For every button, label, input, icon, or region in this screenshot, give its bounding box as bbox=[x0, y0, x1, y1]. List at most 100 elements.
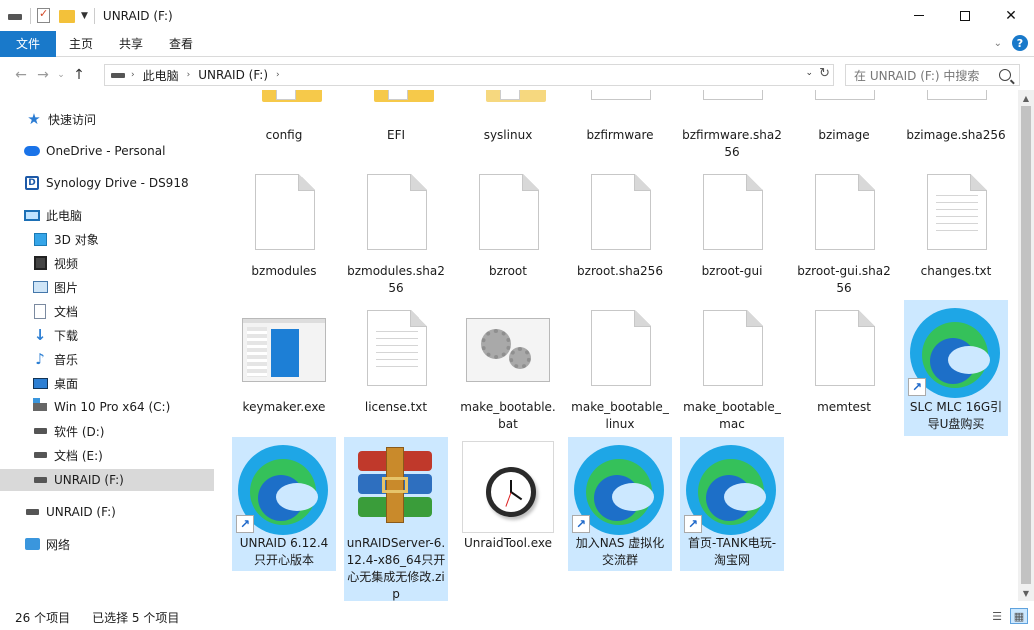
sidebar-item-network[interactable]: 网络 bbox=[0, 533, 214, 555]
sidebar-item-drive-d[interactable]: 软件 (D:) bbox=[0, 420, 214, 442]
file-name: keymaker.exe bbox=[242, 400, 326, 414]
file-item[interactable]: bzroot-gui.sha256 bbox=[792, 168, 896, 298]
shortcut-arrow-icon: ↗ bbox=[684, 515, 702, 533]
file-item[interactable]: bzmodules bbox=[232, 168, 336, 298]
window-title: UNRAID (F:) bbox=[102, 8, 173, 23]
file-item[interactable]: bzroot-gui bbox=[680, 168, 784, 298]
sidebar-item-label: UNRAID (F:) bbox=[54, 473, 124, 487]
up-arrow-icon[interactable]: ↑ bbox=[68, 67, 90, 83]
file-icon bbox=[479, 174, 539, 250]
sidebar-item-videos[interactable]: 视频 bbox=[0, 252, 214, 274]
scroll-up-icon[interactable]: ▲ bbox=[1018, 90, 1034, 106]
file-item[interactable]: syslinux bbox=[456, 90, 560, 158]
sidebar-item-synology[interactable]: D Synology Drive - DS918 bbox=[0, 172, 214, 194]
sidebar-item-drive-c[interactable]: Win 10 Pro x64 (C:) bbox=[0, 396, 214, 418]
sidebar-item-drive-e[interactable]: 文档 (E:) bbox=[0, 444, 214, 466]
file-name: bzimage.sha256 bbox=[906, 128, 1006, 142]
file-item[interactable]: bzroot bbox=[456, 168, 560, 298]
details-view-icon[interactable]: ☰ bbox=[988, 608, 1006, 624]
address-bar[interactable]: › 此电脑 › UNRAID (F:) › ⌄ ↻ bbox=[104, 64, 834, 86]
sidebar-item-pictures[interactable]: 图片 bbox=[0, 276, 214, 298]
file-item[interactable]: config bbox=[232, 90, 336, 158]
scroll-down-icon[interactable]: ▼ bbox=[1018, 585, 1034, 601]
sidebar-item-desktop[interactable]: 桌面 bbox=[0, 372, 214, 394]
sidebar-item-downloads[interactable]: ↓ 下载 bbox=[0, 324, 214, 346]
file-item[interactable]: EFI bbox=[344, 90, 448, 158]
tab-view[interactable]: 查看 bbox=[156, 31, 206, 57]
sidebar-item-drive-f[interactable]: UNRAID (F:) bbox=[0, 501, 214, 523]
search-input[interactable]: 在 UNRAID (F:) 中搜索 bbox=[845, 64, 1020, 86]
sidebar-item-label: 网络 bbox=[46, 537, 71, 552]
sidebar-item-this-pc[interactable]: 此电脑 bbox=[0, 204, 214, 226]
file-item[interactable]: make_bootable_mac bbox=[680, 302, 784, 431]
file-name: changes.txt bbox=[920, 264, 992, 278]
divider bbox=[30, 7, 31, 24]
breadcrumb-this-pc[interactable]: 此电脑 bbox=[143, 67, 179, 84]
tab-share[interactable]: 共享 bbox=[106, 31, 156, 57]
sidebar-item-onedrive[interactable]: OneDrive - Personal bbox=[0, 140, 214, 162]
file-item[interactable]: make_bootable_linux bbox=[568, 302, 672, 431]
chevron-right-icon[interactable]: › bbox=[276, 70, 280, 80]
file-item[interactable]: UnraidTool.exe bbox=[456, 437, 560, 571]
file-icon bbox=[591, 90, 651, 100]
sidebar-item-documents[interactable]: 文档 bbox=[0, 300, 214, 322]
close-button[interactable]: ✕ bbox=[988, 0, 1034, 31]
file-item[interactable]: bzfirmware bbox=[568, 90, 672, 158]
selected-count: 已选择 5 个项目 bbox=[92, 610, 180, 625]
tab-home[interactable]: 主页 bbox=[56, 31, 106, 57]
forward-arrow-icon[interactable]: → bbox=[32, 67, 54, 83]
file-item-selected[interactable]: ↗ SLC MLC 16G引导U盘购买 bbox=[904, 300, 1008, 436]
file-name: bzmodules bbox=[251, 264, 317, 278]
document-icon bbox=[32, 303, 48, 319]
file-item[interactable]: bzroot.sha256 bbox=[568, 168, 672, 298]
customize-toolbar-icon[interactable]: ▼ bbox=[81, 11, 88, 21]
chevron-right-icon[interactable]: › bbox=[131, 70, 135, 80]
expand-ribbon-icon[interactable]: ⌄ bbox=[994, 38, 1002, 49]
maximize-button[interactable] bbox=[942, 0, 988, 31]
file-item[interactable]: make_bootable.bat bbox=[456, 302, 560, 431]
file-item[interactable]: license.txt bbox=[344, 302, 448, 430]
folder-icon bbox=[374, 90, 434, 102]
file-icon bbox=[703, 90, 763, 100]
file-item-selected[interactable]: ↗ 首页-TANK电玩-淘宝网 bbox=[680, 437, 784, 571]
scrollbar-thumb[interactable] bbox=[1021, 106, 1031, 584]
file-item[interactable]: changes.txt bbox=[904, 168, 1008, 298]
file-item-selected[interactable]: ↗ UNRAID 6.12.4只开心版本 bbox=[232, 437, 336, 571]
properties-icon[interactable] bbox=[37, 7, 53, 24]
file-item[interactable]: bzimage bbox=[792, 90, 896, 158]
drive-icon bbox=[105, 72, 131, 78]
sidebar-item-3d-objects[interactable]: 3D 对象 bbox=[0, 228, 214, 250]
file-item[interactable]: bzfirmware.sha256 bbox=[680, 90, 784, 159]
refresh-icon[interactable]: ↻ bbox=[819, 66, 830, 81]
chevron-right-icon[interactable]: › bbox=[187, 70, 191, 80]
breadcrumb-drive[interactable]: UNRAID (F:) bbox=[198, 68, 268, 82]
sidebar-item-drive-f-selected[interactable]: UNRAID (F:) bbox=[0, 469, 214, 491]
new-folder-icon[interactable] bbox=[59, 8, 75, 24]
recent-locations-icon[interactable]: ⌄ bbox=[54, 70, 68, 80]
help-icon[interactable]: ? bbox=[1012, 35, 1028, 51]
shortcut-arrow-icon: ↗ bbox=[572, 515, 590, 533]
file-icon bbox=[815, 90, 875, 100]
tab-file[interactable]: 文件 bbox=[0, 30, 57, 57]
file-item[interactable]: memtest bbox=[792, 302, 896, 430]
minimize-button[interactable] bbox=[896, 0, 942, 31]
item-count: 26 个项目 bbox=[15, 610, 71, 625]
large-icons-view-icon[interactable]: ▦ bbox=[1010, 608, 1028, 624]
sidebar-item-music[interactable]: ♪ 音乐 bbox=[0, 348, 214, 370]
file-item[interactable]: keymaker.exe bbox=[232, 302, 336, 430]
drive-icon bbox=[32, 423, 48, 439]
file-item[interactable]: bzimage.sha256 bbox=[904, 90, 1008, 158]
back-arrow-icon[interactable]: ← bbox=[10, 67, 32, 83]
file-item-selected[interactable]: ↗ 加入NAS 虚拟化交流群 bbox=[568, 437, 672, 571]
file-item-selected[interactable]: unRAIDServer-6.12.4-x86_64只开心无集成无修改.zip bbox=[344, 437, 448, 601]
file-icon bbox=[703, 310, 763, 386]
sidebar-item-label: 视频 bbox=[54, 256, 79, 271]
sidebar-item-label: 音乐 bbox=[54, 352, 79, 367]
vertical-scrollbar[interactable]: ▲ ▼ bbox=[1018, 90, 1034, 601]
sidebar-item-label: 文档 bbox=[54, 304, 79, 319]
chevron-down-icon[interactable]: ⌄ bbox=[805, 68, 813, 78]
sidebar-item-quick-access[interactable]: ★ 快速访问 bbox=[0, 108, 214, 130]
quick-access-toolbar: ▼ bbox=[8, 7, 95, 24]
file-item[interactable]: bzmodules.sha256 bbox=[344, 168, 448, 298]
file-icon bbox=[927, 90, 987, 100]
